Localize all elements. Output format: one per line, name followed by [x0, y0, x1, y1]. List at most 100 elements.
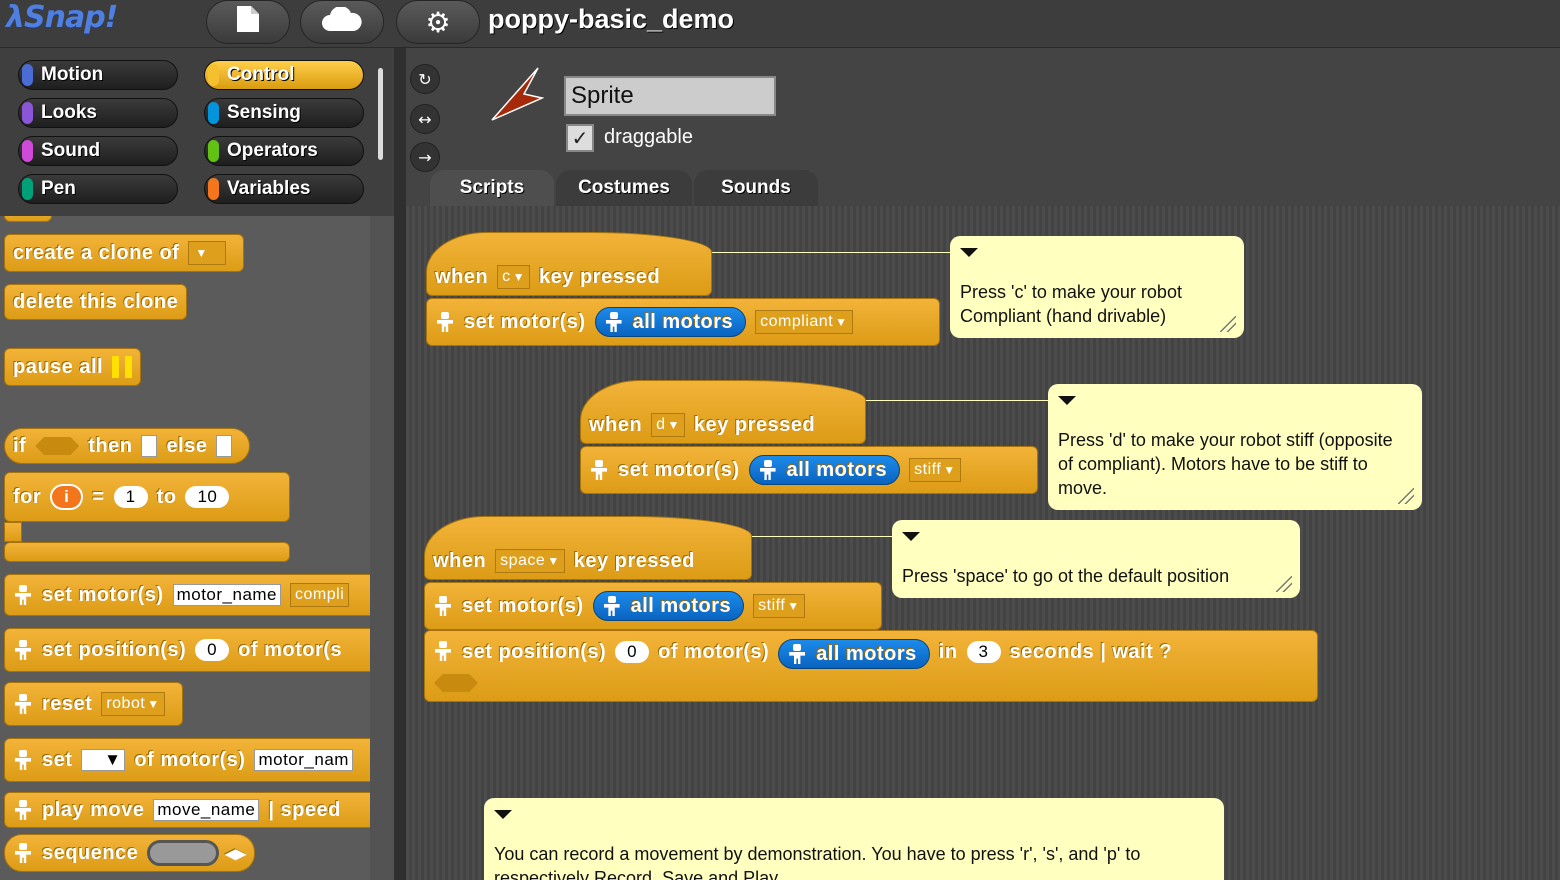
motor-name-input[interactable]: motor_name [172, 584, 282, 606]
tab-costumes[interactable]: Costumes [556, 170, 692, 206]
robot-dropdown[interactable]: robot ▼ [101, 692, 165, 716]
comment-key-d[interactable]: Press 'd' to make your robot stiff (oppo… [1048, 384, 1422, 510]
block-label: else [166, 434, 208, 457]
collapse-triangle-icon[interactable] [902, 532, 920, 541]
block-label: set motor(s) [618, 458, 740, 481]
palette-play-move[interactable]: play move move_name | speed [4, 792, 394, 828]
palette-set-motors[interactable]: set motor(s) motor_name compli [4, 574, 394, 616]
set-positions-block[interactable]: set position(s) 0 of motor(s) all motors in 3… [424, 630, 1318, 702]
block-label: when [433, 550, 487, 572]
block-label: play move [42, 798, 145, 821]
resize-handle-icon[interactable] [1276, 576, 1292, 592]
file-button[interactable] [206, 0, 290, 44]
clone-target-dropdown[interactable]: ▼ [188, 241, 227, 265]
palette-sequence[interactable]: sequence ◂▸ [4, 834, 256, 872]
compliance-dropdown[interactable]: compli [290, 583, 350, 607]
palette-set-motor-property[interactable]: set ▼ of motor(s) motor_nam [4, 738, 394, 782]
property-dropdown[interactable]: ▼ [81, 749, 126, 771]
snap-logo[interactable]: λSnap! [6, 0, 118, 46]
loop-variable[interactable]: i [50, 484, 84, 510]
pen-color-swatch [22, 178, 33, 200]
block-label: | speed [268, 798, 341, 821]
condition-slot[interactable] [35, 437, 80, 455]
collapse-triangle-icon[interactable] [1058, 396, 1076, 405]
compliance-dropdown[interactable]: compliant ▼ [755, 310, 853, 334]
all-motors-reporter[interactable]: all motors [748, 455, 901, 485]
category-scrollbar[interactable] [378, 68, 383, 160]
arrows-icon[interactable]: ◂▸ [225, 841, 246, 866]
all-motors-reporter[interactable]: all motors [778, 639, 930, 669]
when-key-d-hat[interactable]: when d ▼ key pressed [580, 380, 866, 444]
tab-sounds[interactable]: Sounds [694, 170, 818, 206]
block-label: = [92, 485, 105, 508]
comment-key-c[interactable]: Press 'c' to make your robot Compliant (… [950, 236, 1244, 338]
dropdown-value: robot [106, 695, 146, 712]
category-operators[interactable]: Operators [204, 136, 364, 166]
sprite-name-field[interactable]: Sprite [564, 76, 776, 116]
set-motors-compliant-block[interactable]: set motor(s) all motors compliant ▼ [426, 298, 940, 346]
robot-icon [13, 640, 33, 660]
category-control[interactable]: Control [204, 60, 364, 90]
category-label: Control [227, 64, 295, 85]
settings-button[interactable]: ⚙ [396, 0, 480, 44]
robot-icon [435, 312, 455, 332]
palette-reset-robot[interactable]: reset robot ▼ [4, 682, 183, 726]
palette-block-partial[interactable] [4, 216, 52, 222]
comment-key-space[interactable]: Press 'space' to go ot the default posit… [892, 520, 1300, 598]
category-motion[interactable]: Motion [18, 60, 178, 90]
compliance-dropdown[interactable]: stiff ▼ [909, 458, 961, 482]
category-label: Sound [41, 140, 101, 161]
set-motors-stiff-block[interactable]: set motor(s) all motors stiff ▼ [580, 446, 1038, 494]
set-motors-stiff-block-2[interactable]: set motor(s) all motors stiff ▼ [424, 582, 882, 630]
key-dropdown[interactable]: d ▼ [651, 413, 685, 437]
tab-scripts[interactable]: Scripts [430, 170, 554, 206]
block-label: of motor(s) [134, 748, 246, 771]
else-slot[interactable] [216, 435, 233, 457]
palette-set-positions[interactable]: set position(s) 0 of motor(s [4, 628, 394, 672]
rotate-flip-button[interactable]: ↔ [410, 104, 440, 134]
move-name-input[interactable]: move_name [153, 799, 260, 821]
sprite-thumbnail[interactable] [488, 64, 545, 127]
block-label: set motor(s) [42, 583, 164, 606]
category-looks[interactable]: Looks [18, 98, 178, 128]
duration-input[interactable]: 3 [966, 641, 1001, 663]
wait-boolean-slot[interactable] [434, 674, 478, 692]
dropdown-value: c [502, 268, 511, 285]
category-sensing[interactable]: Sensing [204, 98, 364, 128]
key-dropdown[interactable]: c ▼ [497, 265, 531, 289]
block-palette: create a clone of ▼ delete this clone pau… [0, 216, 394, 880]
when-key-space-hat[interactable]: when space ▼ key pressed [424, 516, 752, 580]
key-dropdown[interactable]: space ▼ [495, 549, 565, 573]
compliance-dropdown[interactable]: stiff ▼ [753, 594, 805, 618]
category-sound[interactable]: Sound [18, 136, 178, 166]
category-pen[interactable]: Pen [18, 174, 178, 204]
palette-delete-clone[interactable]: delete this clone [4, 284, 188, 320]
collapse-triangle-icon[interactable] [960, 248, 978, 257]
rotate-free-button[interactable]: ↻ [410, 64, 440, 94]
motor-name-input[interactable]: motor_nam [254, 749, 353, 771]
collapse-triangle-icon[interactable] [494, 810, 512, 819]
resize-handle-icon[interactable] [1398, 488, 1414, 504]
all-motors-reporter[interactable]: all motors [592, 591, 745, 621]
for-from-input[interactable]: 1 [113, 486, 148, 508]
position-input[interactable]: 0 [615, 641, 650, 663]
category-label: Motion [41, 64, 104, 85]
then-slot[interactable] [141, 435, 158, 457]
palette-pause-all[interactable]: pause all [4, 348, 142, 386]
position-input[interactable]: 0 [195, 639, 230, 661]
when-key-c-hat[interactable]: when c ▼ key pressed [426, 232, 712, 296]
rotate-none-button[interactable]: → [410, 142, 440, 172]
draggable-checkbox[interactable]: ✓ [566, 124, 594, 152]
for-to-input[interactable]: 10 [185, 486, 230, 508]
comment-record[interactable]: You can record a movement by demonstrati… [484, 798, 1224, 880]
category-variables[interactable]: Variables [204, 174, 364, 204]
palette-if-then-else[interactable]: if then else [4, 428, 251, 464]
palette-create-clone[interactable]: create a clone of ▼ [4, 234, 245, 272]
resize-handle-icon[interactable] [1220, 316, 1236, 332]
palette-for-loop[interactable]: for i = 1 to 10 [4, 472, 290, 522]
robot-icon [787, 644, 807, 664]
palette-scrollbar-track[interactable] [370, 216, 394, 880]
list-slot[interactable] [147, 840, 220, 866]
cloud-button[interactable] [300, 0, 384, 44]
all-motors-reporter[interactable]: all motors [594, 307, 747, 337]
